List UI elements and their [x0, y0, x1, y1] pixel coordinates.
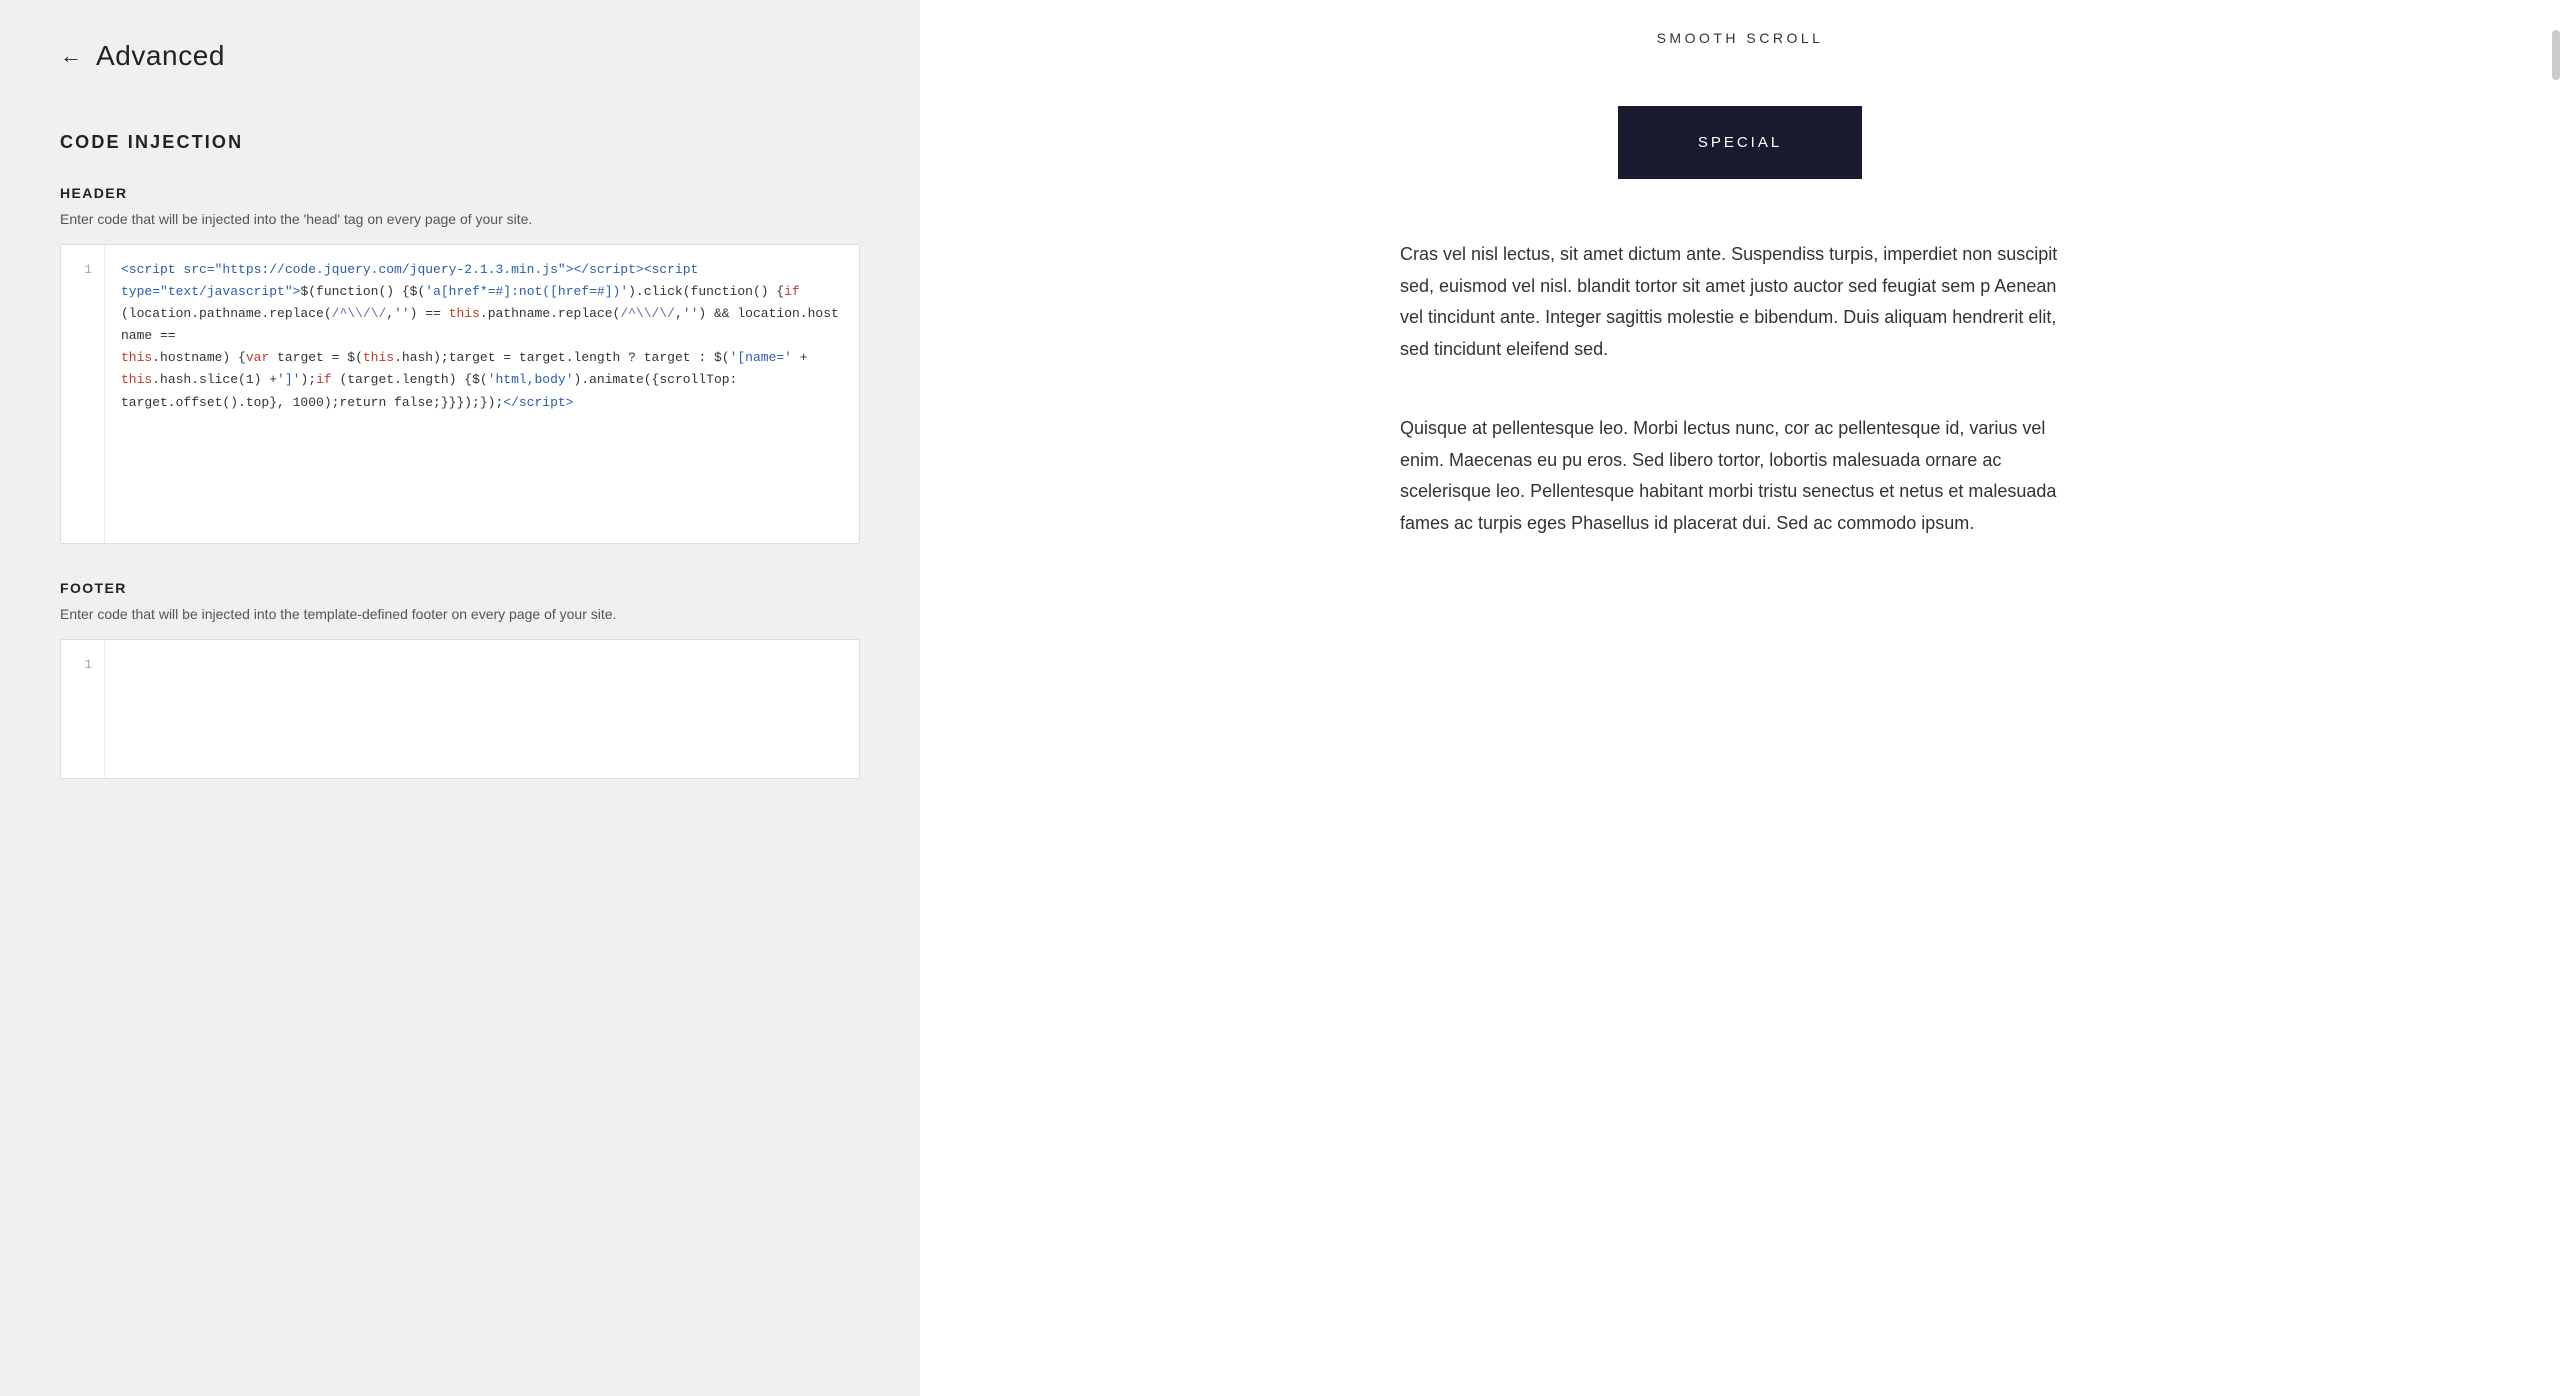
section-title: CODE INJECTION	[60, 132, 860, 153]
footer-line-numbers: 1	[61, 640, 105, 778]
preview-area: SMOOTH SCROLL SPECIAL Cras vel nisl lect…	[920, 30, 2560, 1396]
footer-code-editor[interactable]: 1	[60, 639, 860, 779]
header-code-content[interactable]: <script src="https://code.jquery.com/jqu…	[105, 245, 859, 543]
back-label: Advanced	[96, 40, 225, 72]
footer-field-description: Enter code that will be injected into th…	[60, 604, 860, 625]
special-button[interactable]: SPECIAL	[1618, 106, 1862, 179]
preview-paragraph-2: Quisque at pellentesque leo. Morbi lectu…	[1400, 413, 2080, 539]
header-code-editor[interactable]: 1 <script src="https://code.jquery.com/j…	[60, 244, 860, 544]
back-arrow-icon: ←	[60, 43, 82, 69]
preview-text: Cras vel nisl lectus, sit amet dictum an…	[1360, 239, 2120, 587]
right-panel: SMOOTH SCROLL SPECIAL Cras vel nisl lect…	[920, 0, 2560, 1396]
header-field-description: Enter code that will be injected into th…	[60, 209, 860, 230]
footer-field-label: FOOTER	[60, 580, 860, 596]
back-navigation[interactable]: ← Advanced	[60, 40, 860, 72]
preview-paragraph-1: Cras vel nisl lectus, sit amet dictum an…	[1400, 239, 2080, 365]
preview-title: SMOOTH SCROLL	[1657, 30, 1824, 46]
header-line-numbers: 1	[61, 245, 105, 543]
footer-code-content[interactable]	[105, 640, 859, 778]
header-field-label: HEADER	[60, 185, 860, 201]
left-panel: ← Advanced CODE INJECTION HEADER Enter c…	[0, 0, 920, 1396]
